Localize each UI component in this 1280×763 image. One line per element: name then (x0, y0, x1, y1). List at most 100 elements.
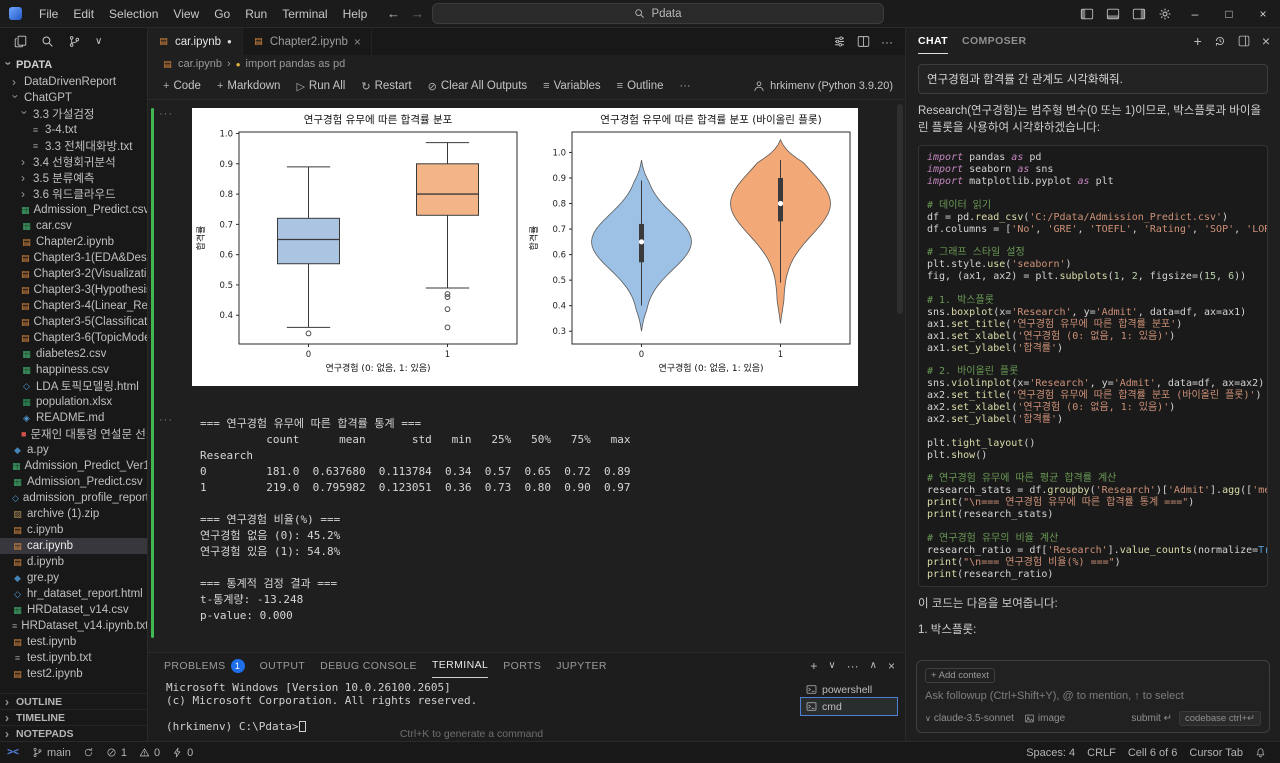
tree-item[interactable]: ›ChatGPT (0, 90, 147, 106)
tree-item[interactable]: ›3.5 분류예측 (0, 170, 147, 186)
markdown-button[interactable]: +Markdown (210, 77, 288, 95)
history-icon[interactable] (1214, 35, 1226, 47)
tree-item[interactable]: ◈README.md (0, 410, 147, 426)
tree-item[interactable]: ▦population.xlsx (0, 394, 147, 410)
submit-button[interactable]: submit ↵ (1131, 713, 1172, 724)
tree-item[interactable]: ◇hr_dataset_report.html (0, 586, 147, 602)
tab-chat[interactable]: CHAT (918, 28, 948, 54)
editor-scrollbar[interactable] (897, 104, 903, 314)
tree-item[interactable]: ›3.4 선형회귀분석 (0, 154, 147, 170)
chevron-down-icon[interactable]: ∨ (95, 36, 102, 47)
more-actions-icon[interactable]: ··· (847, 659, 859, 673)
tree-item[interactable]: ▤Chapter3-6(TopicModeli... (0, 330, 147, 346)
tree-item[interactable]: ▤Chapter3-3(Hypothesis_t... (0, 282, 147, 298)
menu-terminal[interactable]: Terminal (275, 4, 334, 24)
tree-item[interactable]: ▦Admission_Predict.csv (0, 202, 147, 218)
panel-tab-output[interactable]: OUTPUT (260, 653, 306, 678)
source-control-icon[interactable] (68, 35, 81, 48)
status-cursor-tab[interactable]: Cursor Tab (1183, 742, 1249, 763)
terminal-instance-powershell[interactable]: powershell (801, 681, 897, 698)
panel-tab-terminal[interactable]: TERMINAL (432, 653, 488, 678)
terminal-instance-cmd[interactable]: cmd (801, 698, 897, 715)
sidebar-section-outline[interactable]: ›OUTLINE (0, 693, 147, 709)
close-icon[interactable]: × (354, 35, 361, 49)
maximize-button[interactable]: □ (1212, 0, 1246, 27)
forward-button[interactable]: → (408, 6, 427, 21)
new-terminal-icon[interactable]: + (810, 659, 817, 673)
tree-item[interactable]: ›3.6 워드클라우드 (0, 186, 147, 202)
tab-composer[interactable]: COMPOSER (962, 28, 1026, 54)
tree-item[interactable]: ◆gre.py (0, 570, 147, 586)
status-cell-6-of-6[interactable]: Cell 6 of 6 (1122, 742, 1184, 763)
variables-button[interactable]: ≡Variables (536, 77, 608, 95)
status-zap[interactable]: 0 (166, 742, 199, 763)
tree-item[interactable]: ▨archive (1).zip (0, 506, 147, 522)
status-error[interactable]: 1 (100, 742, 133, 763)
terminal-output[interactable]: Microsoft Windows [Version 10.0.26100.26… (166, 681, 477, 733)
remote-indicator[interactable]: >< (0, 742, 26, 763)
tree-item[interactable]: ▤d.ipynb (0, 554, 147, 570)
status-spaces-4[interactable]: Spaces: 4 (1020, 742, 1081, 763)
close-panel-icon[interactable]: × (888, 659, 895, 673)
close-icon[interactable]: × (1262, 33, 1270, 49)
tree-item[interactable]: ▤car.ipynb (0, 538, 147, 554)
status-crlf[interactable]: CRLF (1081, 742, 1122, 763)
tree-item[interactable]: ▤c.ipynb (0, 522, 147, 538)
tree-item[interactable]: ▤Chapter3-5(Classification... (0, 314, 147, 330)
close-button[interactable]: × (1246, 0, 1280, 27)
search-icon[interactable] (41, 35, 54, 48)
tree-item[interactable]: ▦HRDataset_v14.csv (0, 602, 147, 618)
restart-button[interactable]: ↻Restart (354, 77, 418, 96)
outline-button[interactable]: ≡Outline (610, 77, 671, 95)
tree-item[interactable]: ▦happiness.csv (0, 362, 147, 378)
open-in-editor-icon[interactable] (1238, 35, 1250, 47)
more-button[interactable]: ··· (673, 77, 698, 95)
attach-image-button[interactable]: image (1024, 713, 1065, 724)
user-message[interactable]: 연구경험과 합격률 간 관계도 시각화해줘. (918, 64, 1268, 94)
more-actions-icon[interactable]: ··· (881, 35, 893, 49)
cell-gutter-menu[interactable]: ··· (159, 414, 173, 426)
cell-gutter-menu[interactable]: ··· (159, 108, 173, 120)
menu-selection[interactable]: Selection (102, 4, 165, 24)
tree-item[interactable]: ≡3.3 전체대화방.txt (0, 138, 147, 154)
tree-item[interactable]: ▦car.csv (0, 218, 147, 234)
panel-tab-ports[interactable]: PORTS (503, 653, 541, 678)
breadcrumb[interactable]: ▤ car.ipynb › ● import pandas as pd (148, 55, 905, 73)
back-button[interactable]: ← (384, 6, 403, 21)
status-branch[interactable]: main (26, 742, 77, 763)
menu-help[interactable]: Help (336, 4, 375, 24)
menu-view[interactable]: View (166, 4, 206, 24)
menu-edit[interactable]: Edit (66, 4, 101, 24)
clear-all-outputs-button[interactable]: ⊘Clear All Outputs (421, 77, 535, 96)
tree-item[interactable]: ◇admission_profile_report.h... (0, 490, 147, 506)
tree-item[interactable]: ▤Chapter3-4(Linear_Regre... (0, 298, 147, 314)
tree-item[interactable]: ◆a.py (0, 442, 147, 458)
panel-tab-jupyter[interactable]: JUPYTER (556, 653, 607, 678)
menu-run[interactable]: Run (238, 4, 274, 24)
tree-item[interactable]: ▤Chapter3-2(Visualization)... (0, 266, 147, 282)
explorer-section-header[interactable]: › PDATA (0, 55, 147, 74)
kernel-picker[interactable]: hrkimenv (Python 3.9.20) (753, 80, 905, 92)
layout-sidebar-icon[interactable] (1074, 0, 1100, 27)
model-selector[interactable]: ∨ claude-3.5-sonnet (925, 713, 1014, 724)
sidebar-section-timeline[interactable]: ›TIMELINE (0, 709, 147, 725)
tree-item[interactable]: ▤test2.ipynb (0, 666, 147, 682)
code-button[interactable]: +Code (156, 77, 208, 95)
explorer-files-icon[interactable] (14, 35, 27, 48)
run-all-button[interactable]: ▷Run All (289, 77, 352, 96)
tree-item[interactable]: ▦Admission_Predict.csv (0, 474, 147, 490)
menu-go[interactable]: Go (207, 4, 237, 24)
codebase-button[interactable]: codebase ctrl+↵ (1179, 711, 1261, 726)
layout-secondary-sidebar-icon[interactable] (1126, 0, 1152, 27)
tree-item[interactable]: ›3.3 가설검정 (0, 106, 147, 122)
tree-item[interactable]: ▤test.ipynb (0, 634, 147, 650)
tree-item[interactable]: ■문재인 대통령 연설문 선... (0, 426, 147, 442)
tree-item[interactable]: ▦Admission_Predict_Ver1.1... (0, 458, 147, 474)
panel-tab-debug-console[interactable]: DEBUG CONSOLE (320, 653, 417, 678)
minimize-button[interactable]: – (1178, 0, 1212, 27)
tree-item[interactable]: ▦diabetes2.csv (0, 346, 147, 362)
tree-item[interactable]: ≡test.ipynb.txt (0, 650, 147, 666)
chat-input-box[interactable]: + Add context Ask followup (Ctrl+Shift+Y… (916, 660, 1270, 733)
maximize-panel-icon[interactable]: ∧ (870, 660, 877, 671)
sliders-icon[interactable] (833, 35, 846, 48)
